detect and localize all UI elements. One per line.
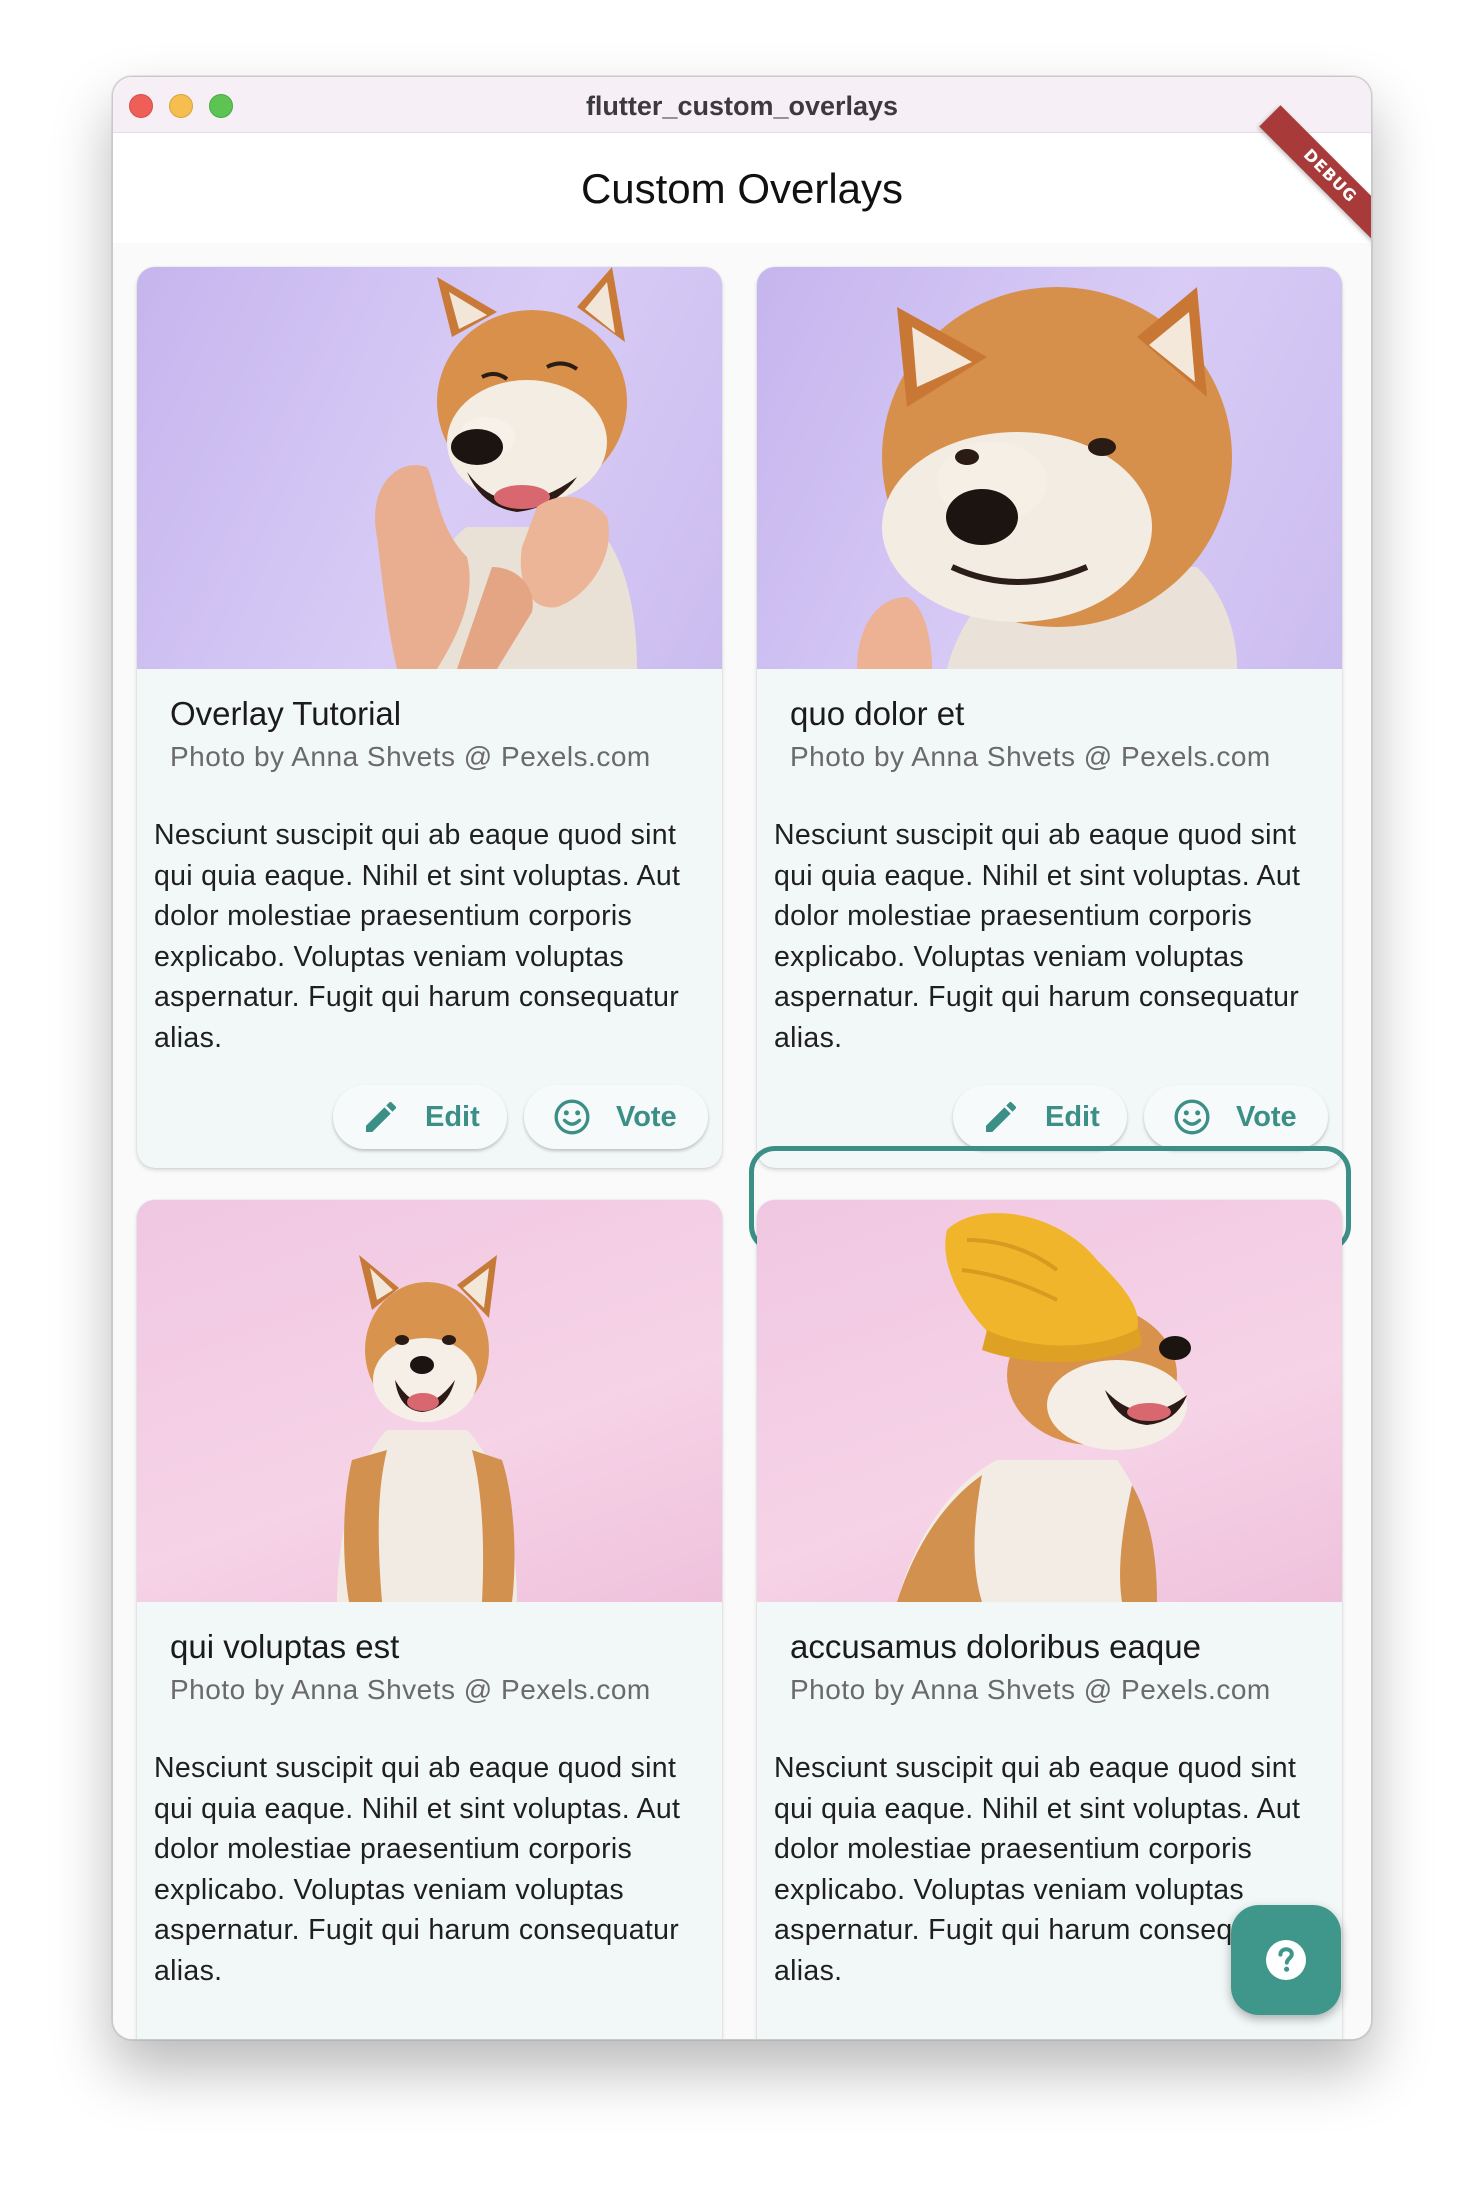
- smiley-icon: [1174, 1099, 1210, 1135]
- card-photo-credit: Photo by Anna Shvets @ Pexels.com: [170, 1674, 651, 1705]
- edit-button-label: Edit: [425, 1100, 480, 1133]
- card-title: qui voluptas est: [170, 1628, 400, 1665]
- card-photo-credit: Photo by Anna Shvets @ Pexels.com: [170, 741, 651, 772]
- edit-button[interactable]: Edit: [333, 1085, 507, 1149]
- card-photo: [137, 1200, 722, 1602]
- card-body-text: Nesciunt suscipit qui ab eaque quod sint…: [774, 819, 1301, 1054]
- smiley-icon: [554, 1099, 590, 1135]
- card-body-text: Nesciunt suscipit qui ab eaque quod sint…: [154, 1752, 681, 1987]
- app-window: flutter_custom_overlays Custom Overlays …: [112, 76, 1372, 2040]
- card-qui-voluptas-est: qui voluptas est Photo by Anna Shvets @ …: [137, 1200, 722, 2039]
- window-titlebar: flutter_custom_overlays: [113, 77, 1371, 133]
- card-actions: Edit Vote: [757, 1085, 1342, 1155]
- card-grid[interactable]: Overlay Tutorial Photo by Anna Shvets @ …: [113, 243, 1371, 2039]
- help-icon: [1266, 1940, 1306, 1980]
- card-actions: Edit Vote: [137, 1085, 722, 1155]
- card-quo-dolor-et: quo dolor et Photo by Anna Shvets @ Pexe…: [757, 267, 1342, 1168]
- window-title: flutter_custom_overlays: [585, 91, 899, 121]
- card-photo-credit: Photo by Anna Shvets @ Pexels.com: [790, 741, 1271, 772]
- vote-button-label: Vote: [1236, 1100, 1297, 1133]
- vote-button[interactable]: Vote: [524, 1085, 708, 1149]
- pencil-icon: [366, 1101, 397, 1132]
- shiba-photo-illustration: [337, 1255, 517, 1602]
- card-photo: [757, 267, 1342, 669]
- card-photo: [137, 267, 722, 669]
- edit-button-label: Edit: [1045, 1100, 1100, 1133]
- pencil-icon: [986, 1101, 1017, 1132]
- shiba-photo-illustration: [857, 287, 1237, 669]
- card-photo: [757, 1200, 1342, 1602]
- card-title: Overlay Tutorial: [170, 695, 402, 732]
- vote-button-label: Vote: [616, 1100, 677, 1133]
- card-body-text: Nesciunt suscipit qui ab eaque quod sint…: [154, 819, 681, 1054]
- vote-button[interactable]: Vote: [1144, 1085, 1328, 1149]
- card-title: quo dolor et: [790, 695, 965, 732]
- help-fab[interactable]: [1231, 1905, 1341, 2015]
- card-photo-credit: Photo by Anna Shvets @ Pexels.com: [790, 1674, 1271, 1705]
- card-overlay-tutorial: Overlay Tutorial Photo by Anna Shvets @ …: [137, 267, 722, 1168]
- card-title: accusamus doloribus eaque: [790, 1628, 1201, 1665]
- app-bar: Custom Overlays DEBUG: [113, 105, 1371, 247]
- shiba-photo-illustration: [897, 1213, 1191, 1602]
- shiba-photo-illustration: [375, 267, 637, 669]
- page-title: Custom Overlays: [580, 165, 904, 212]
- edit-button[interactable]: Edit: [953, 1085, 1127, 1149]
